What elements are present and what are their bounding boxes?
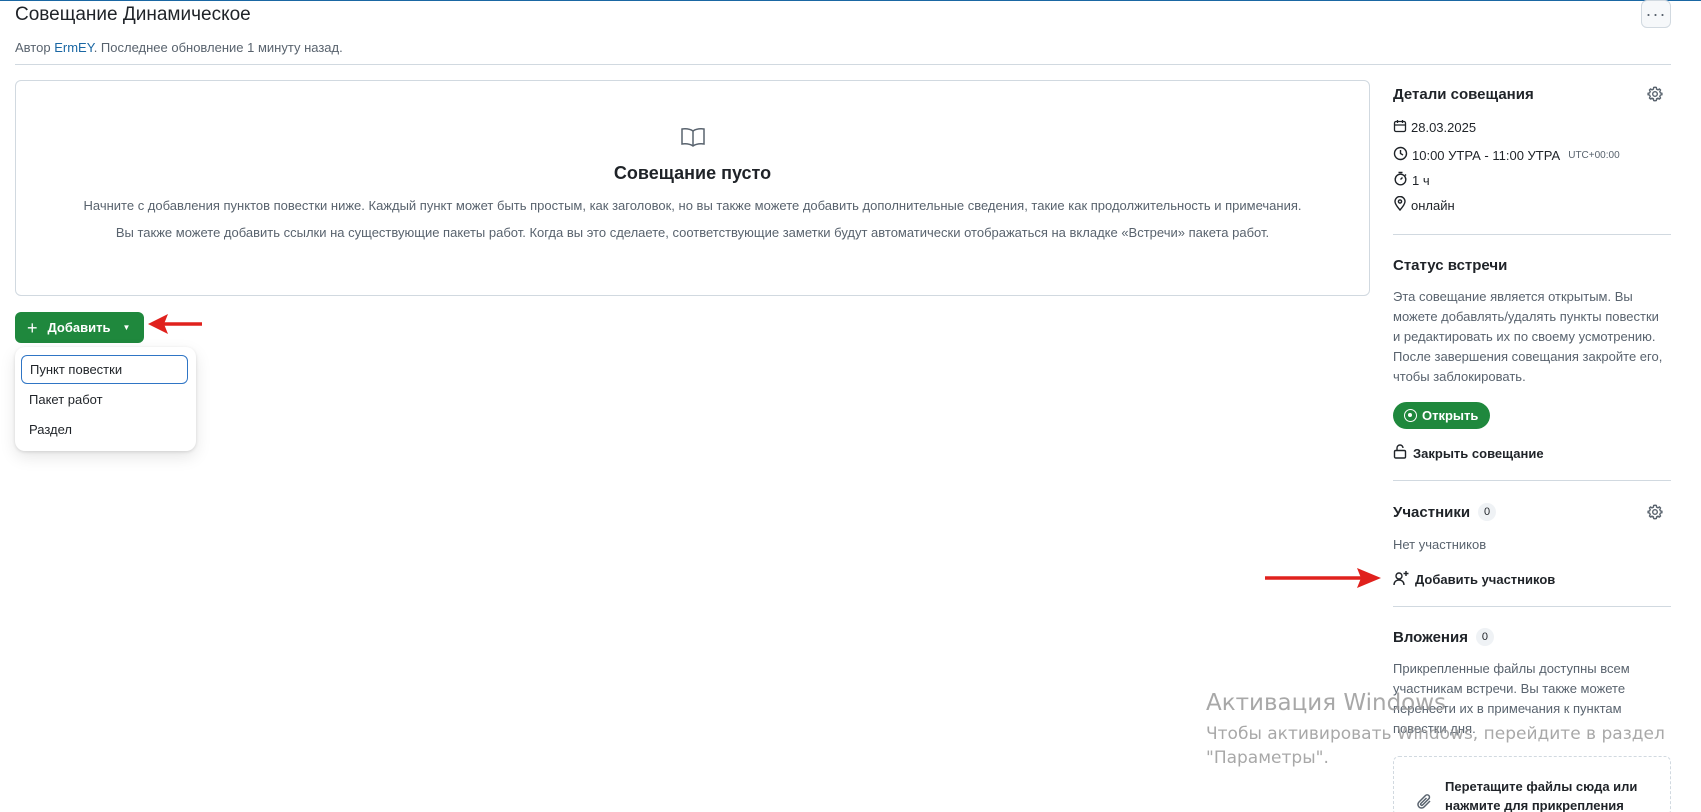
book-open-icon bbox=[680, 127, 706, 152]
chevron-down-icon: ▼ bbox=[122, 323, 131, 332]
red-annotation-arrow-right bbox=[1265, 568, 1381, 588]
meeting-details-heading: Детали совещания bbox=[1393, 86, 1534, 103]
meeting-time: 10:00 УТРА - 11:00 УТРА UTC+00:00 bbox=[1393, 146, 1620, 164]
meeting-date-text: 28.03.2025 bbox=[1411, 120, 1477, 135]
menu-item-label: Раздел bbox=[29, 422, 72, 437]
blank-state-text-2: Вы также можете добавить ссылки на сущес… bbox=[115, 225, 1270, 240]
top-accent-line bbox=[0, 0, 1701, 1]
attachments-count-badge: 0 bbox=[1475, 628, 1494, 646]
watermark-line-1: Чтобы активировать Windows, перейдите в … bbox=[1206, 724, 1665, 744]
menu-item-work-package[interactable]: Пакет работ bbox=[21, 385, 188, 414]
attachments-heading-text: Вложения bbox=[1393, 629, 1468, 646]
byline: Автор ErmEY. Последнее обновление 1 мину… bbox=[15, 40, 343, 55]
meeting-date: 28.03.2025 bbox=[1393, 119, 1476, 136]
meeting-status-heading: Статус встречи bbox=[1393, 257, 1508, 274]
sidebar-divider bbox=[1393, 480, 1671, 481]
participants-count-badge: 0 bbox=[1478, 503, 1497, 521]
blank-state-text-1: Начните с добавления пунктов повестки ни… bbox=[83, 198, 1302, 213]
menu-item-label: Пункт повестки bbox=[30, 362, 123, 377]
meeting-duration-text: 1 ч bbox=[1412, 172, 1430, 188]
unlock-icon bbox=[1393, 444, 1413, 462]
menu-item-label: Пакет работ bbox=[29, 392, 103, 407]
red-annotation-arrow-left bbox=[148, 314, 202, 334]
stopwatch-icon bbox=[1393, 171, 1412, 189]
header-divider bbox=[15, 64, 1671, 65]
add-button[interactable]: + Добавить ▼ bbox=[15, 312, 144, 343]
blank-state-title: Совещание пусто bbox=[613, 163, 772, 183]
watermark-line-2: "Параметры". bbox=[1206, 748, 1329, 768]
meeting-location: онлайн bbox=[1393, 195, 1455, 214]
menu-item-section[interactable]: Раздел bbox=[21, 415, 188, 444]
plus-icon: + bbox=[27, 317, 38, 338]
attachments-heading: Вложения 0 bbox=[1393, 628, 1494, 646]
watermark-title: Активация Windows bbox=[1206, 690, 1447, 716]
blank-state-panel: Совещание пусто Начните с добавления пун… bbox=[15, 80, 1370, 296]
participants-heading-text: Участники bbox=[1393, 504, 1471, 521]
more-actions-button[interactable]: ··· bbox=[1641, 0, 1671, 28]
page-title: Совещание Динамическое bbox=[15, 4, 251, 25]
meeting-duration: 1 ч bbox=[1393, 171, 1430, 189]
add-participants-label: Добавить участников bbox=[1415, 572, 1556, 587]
more-dots-icon: ··· bbox=[1645, 4, 1667, 24]
byline-suffix: . Последнее обновление 1 минуту назад. bbox=[93, 40, 343, 55]
paperclip-icon bbox=[1416, 793, 1434, 812]
meeting-status-description: Эта совещание является открытым. Вы може… bbox=[1393, 289, 1663, 384]
add-dropdown-menu: Пункт повестки Пакет работ Раздел bbox=[15, 347, 196, 451]
byline-prefix: Автор bbox=[15, 40, 51, 55]
menu-item-agenda-item[interactable]: Пункт повестки bbox=[21, 355, 188, 384]
close-meeting-label: Закрыть совещание bbox=[1413, 445, 1544, 461]
windows-activation-watermark: Активация Windows Чтобы активировать Win… bbox=[1206, 690, 1665, 770]
add-participants-button[interactable]: Добавить участников bbox=[1393, 570, 1555, 589]
calendar-icon bbox=[1393, 119, 1411, 136]
open-circle-icon bbox=[1404, 409, 1417, 422]
add-person-icon bbox=[1393, 570, 1415, 589]
sidebar-divider bbox=[1393, 606, 1671, 607]
author-link[interactable]: ErmEY bbox=[54, 40, 94, 55]
no-participants-text: Нет участников bbox=[1393, 537, 1487, 552]
status-open-badge[interactable]: Открыть bbox=[1393, 402, 1490, 429]
meeting-time-text: 10:00 УТРА - 11:00 УТРА bbox=[1412, 147, 1561, 163]
details-gear-icon[interactable] bbox=[1647, 86, 1663, 107]
timezone-label: UTC+00:00 bbox=[1568, 149, 1620, 161]
participants-heading: Участники 0 bbox=[1393, 503, 1497, 521]
close-meeting-button[interactable]: Закрыть совещание bbox=[1393, 444, 1544, 462]
participants-gear-icon[interactable] bbox=[1647, 504, 1663, 525]
add-button-label: Добавить bbox=[47, 320, 111, 335]
status-open-label: Открыть bbox=[1422, 408, 1479, 423]
sidebar-divider bbox=[1393, 234, 1671, 235]
meeting-location-text: онлайн bbox=[1411, 197, 1455, 213]
location-pin-icon bbox=[1393, 195, 1411, 214]
dropzone-text: Перетащите файлы сюда или нажмите для пр… bbox=[1445, 779, 1638, 812]
clock-icon bbox=[1393, 146, 1412, 164]
